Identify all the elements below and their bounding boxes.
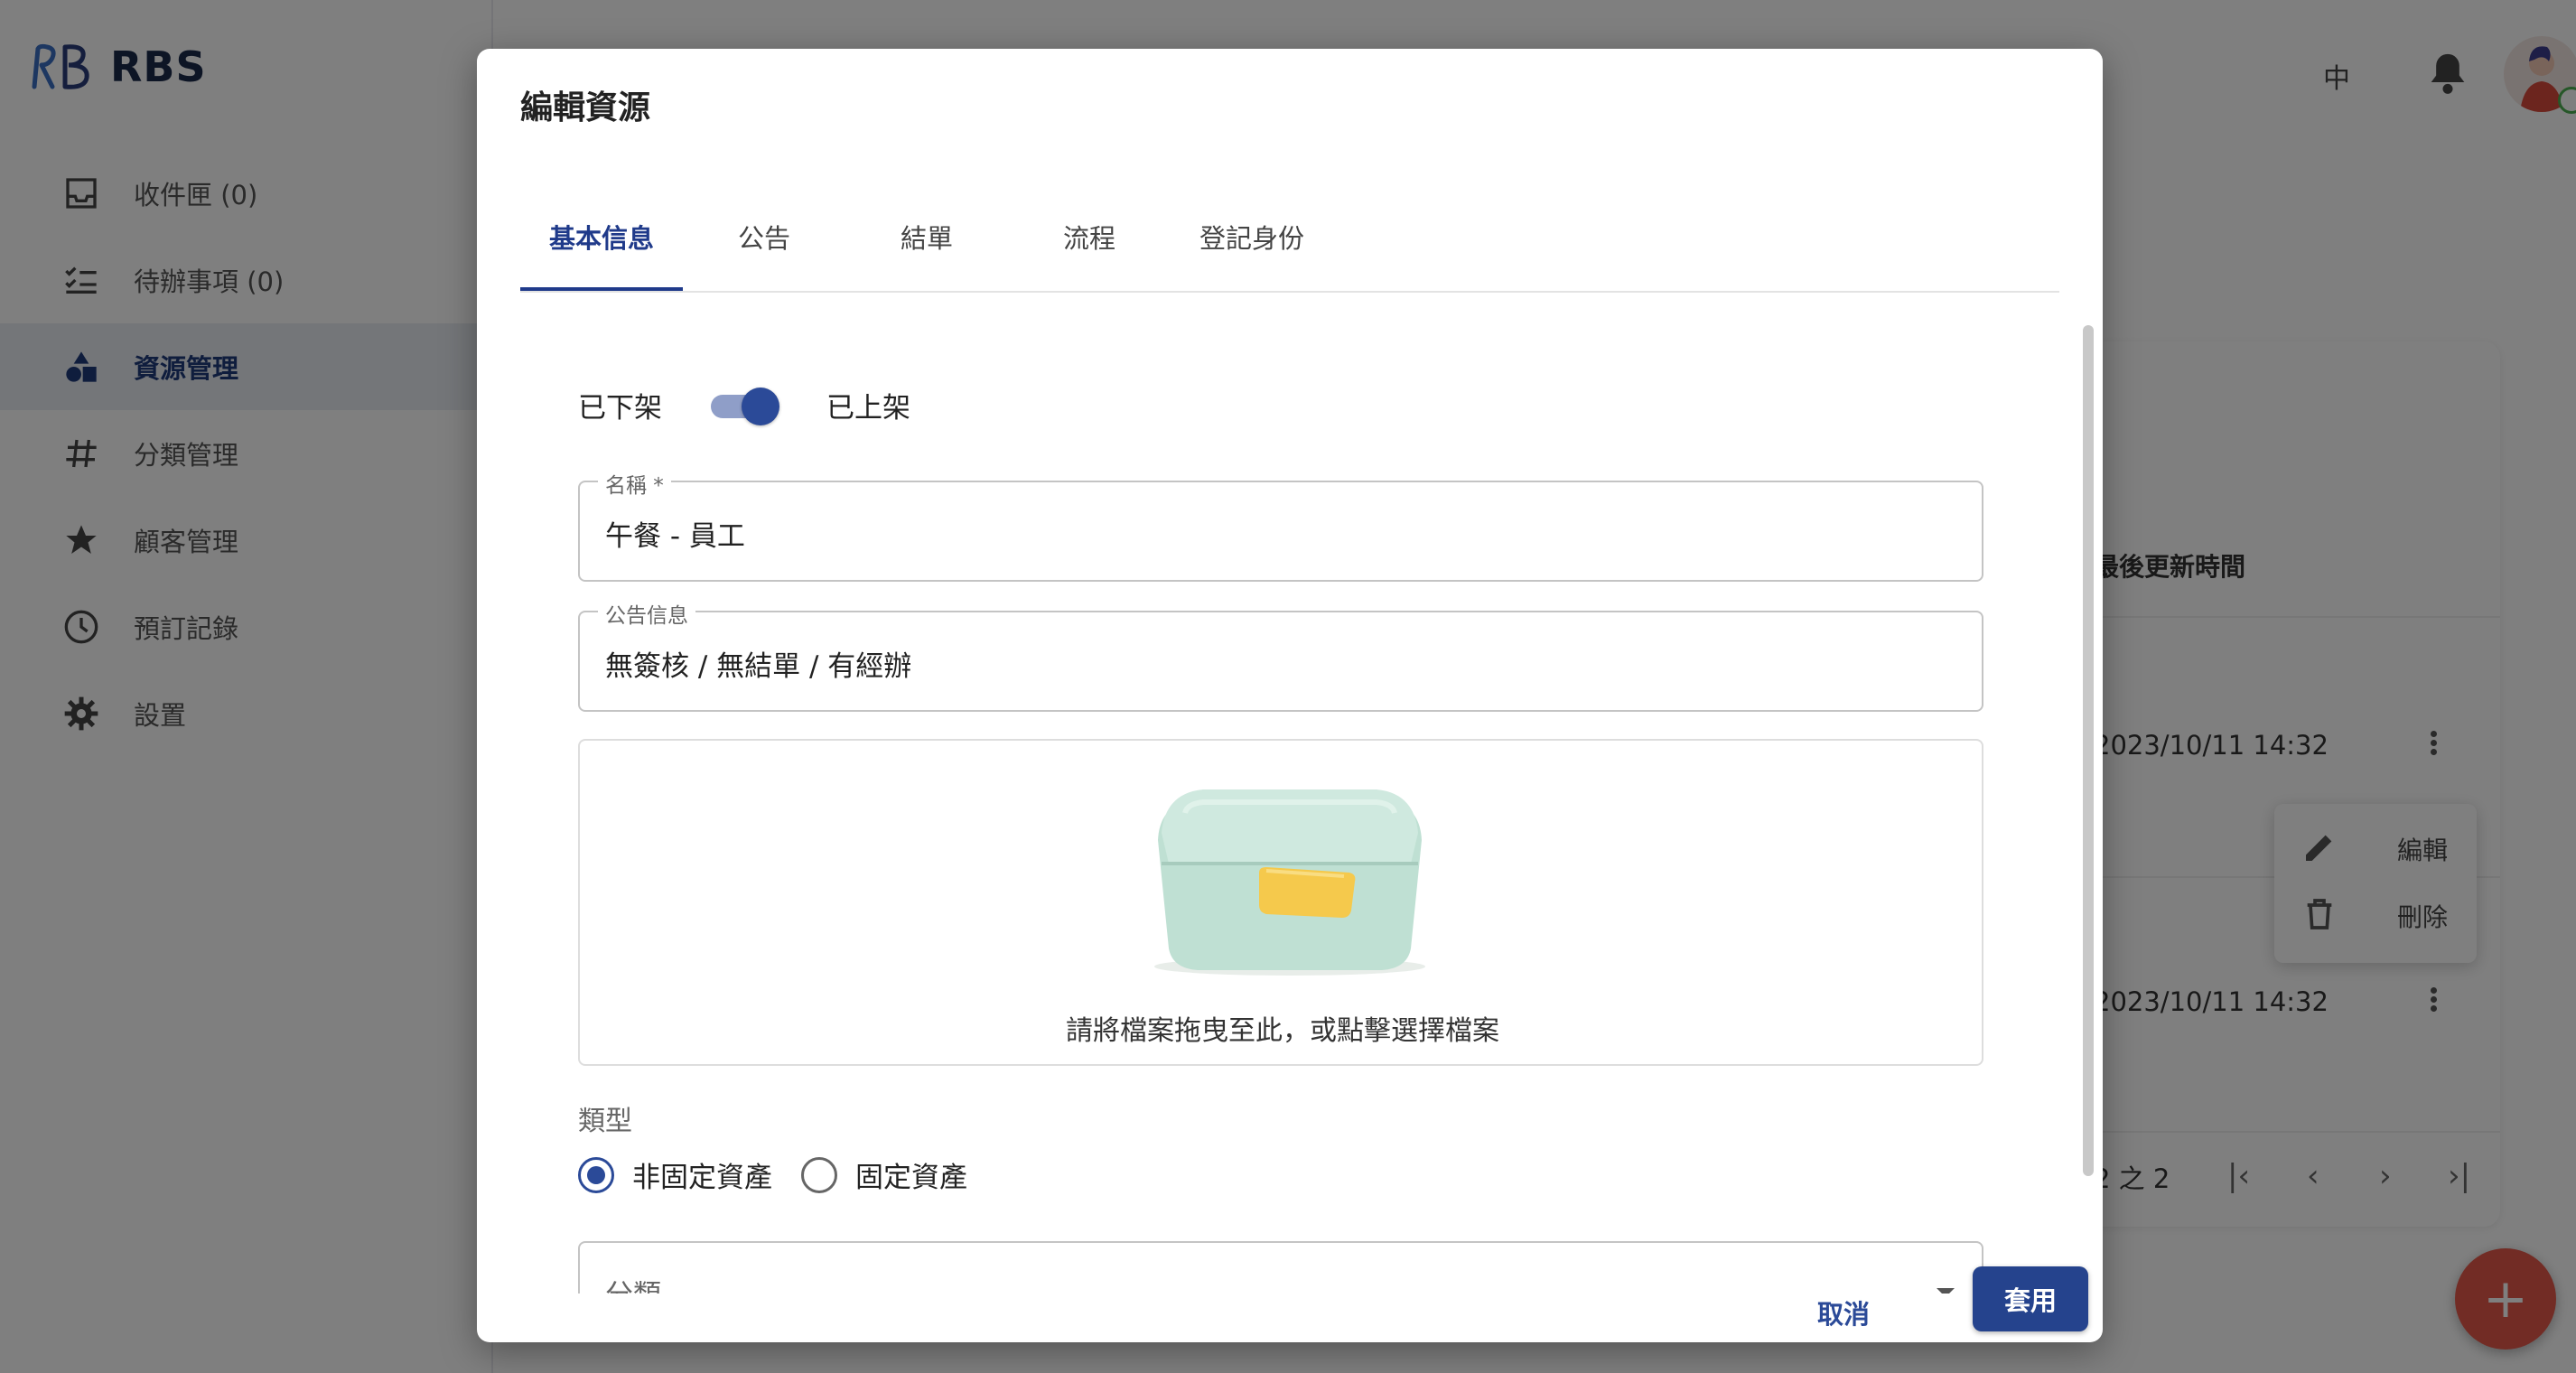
notice-field[interactable]: 公告信息 無簽核 / 無結單 / 有經辦 [578,598,1983,712]
category-select-label: 分類 [605,1272,661,1294]
active-tab-indicator [520,287,683,291]
notice-field-label: 公告信息 [598,598,695,629]
notice-field-value[interactable]: 無簽核 / 無結單 / 有經辦 [605,643,911,684]
publish-toggle[interactable] [711,386,779,425]
tab-basic-info[interactable]: 基本信息 [520,182,683,291]
radio-label-fixed[interactable]: 固定資產 [855,1154,967,1195]
apply-button[interactable]: 套用 [1973,1266,2088,1331]
type-label: 類型 [578,1106,632,1137]
edit-resource-dialog: 編輯資源 基本信息 公告 結單 流程 登記身份 已下架 已上架 名稱 * 午餐 … [477,49,2103,1342]
name-field[interactable]: 名稱 * 午餐 - 員工 [578,468,1983,582]
toggle-thumb [742,387,779,425]
status-on-label: 已上架 [826,392,910,425]
dialog-actions: 取消 套用 [477,1266,2103,1342]
lunchbox-image [1154,789,1425,976]
dialog-scrollbar[interactable] [2083,325,2094,1176]
type-radio-group: 非固定資產 固定資產 [578,1154,996,1195]
radio-fixed-asset[interactable] [801,1156,837,1193]
publish-status-row: 已下架 已上架 [578,385,910,425]
dropzone-hint: 請將檔案拖曳至此，或點擊選擇檔案 [1066,1015,1499,1047]
dialog-title: 編輯資源 [520,89,651,126]
image-dropzone[interactable]: 請將檔案拖曳至此，或點擊選擇檔案 [578,739,1983,1066]
category-select[interactable]: 分類 [578,1241,1983,1294]
name-field-value[interactable]: 午餐 - 員工 [605,513,745,554]
tab-announcement[interactable]: 公告 [683,182,845,291]
dialog-tabs: 基本信息 公告 結單 流程 登記身份 [520,182,2059,293]
tab-workflow[interactable]: 流程 [1008,182,1171,291]
name-field-label: 名稱 * [598,468,671,499]
status-off-label: 已下架 [578,392,662,425]
tab-settlement[interactable]: 結單 [845,182,1008,291]
radio-non-fixed-asset[interactable] [578,1156,614,1193]
tab-registration[interactable]: 登記身份 [1171,182,1333,291]
radio-label-non-fixed[interactable]: 非固定資產 [632,1154,772,1195]
cancel-button[interactable]: 取消 [1817,1294,1870,1330]
dialog-content: 已下架 已上架 名稱 * 午餐 - 員工 公告信息 無簽核 / 無結單 / 有經… [477,294,2103,1294]
